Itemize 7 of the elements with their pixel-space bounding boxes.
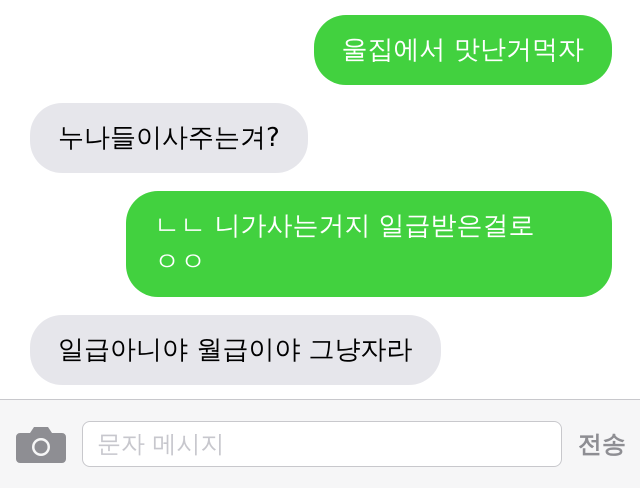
message-bubble: 일급아니야 월급이야 그냥자라 [30,315,441,385]
message-bubble: 울집에서 맛난거먹자 [314,15,612,85]
message-input-field[interactable]: 문자 메시지 [82,421,562,467]
message-bubble: ㄴㄴ 니가사는거지 일급받은걸로 ㅇㅇ [126,191,612,297]
message-bubble: 누나들이사주는겨? [30,103,308,173]
camera-icon[interactable] [16,425,66,463]
send-button[interactable]: 전송 [578,428,626,460]
